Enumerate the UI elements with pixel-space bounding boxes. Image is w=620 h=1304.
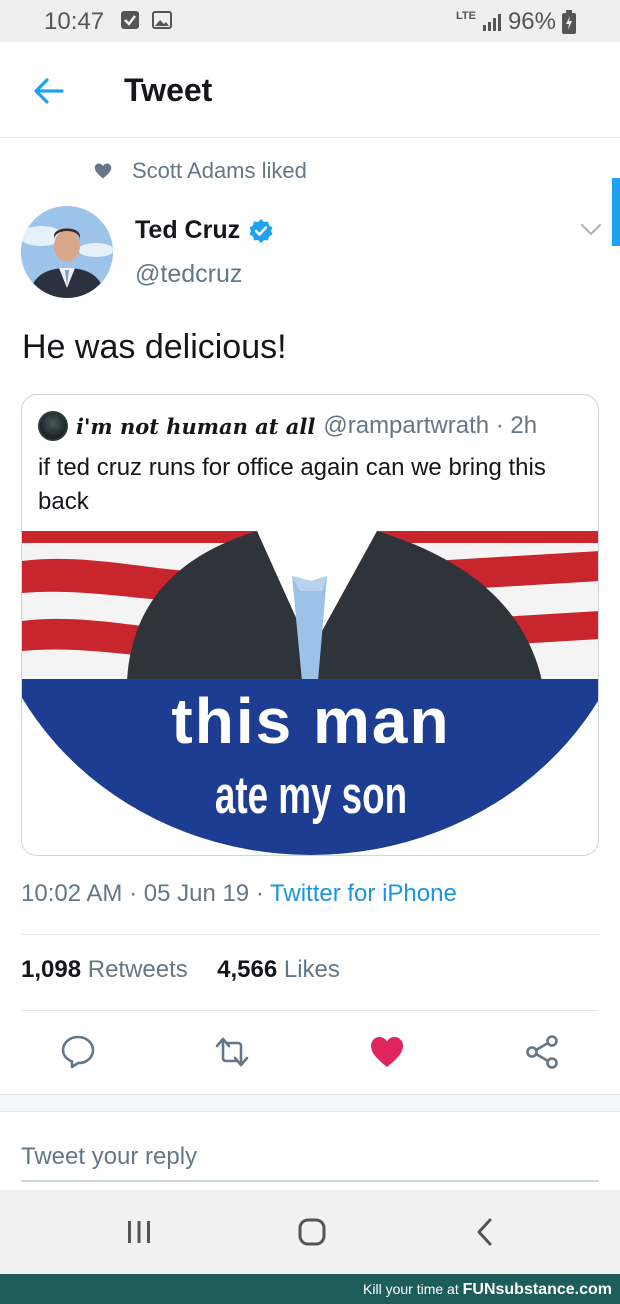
- like-icon[interactable]: [369, 1034, 405, 1070]
- watermark-brand: FUNsubstance.com: [462, 1281, 612, 1298]
- divider: [21, 1010, 599, 1011]
- reply-input[interactable]: [21, 1134, 599, 1182]
- quote-text: if ted cruz runs for office again can we…: [38, 454, 546, 515]
- retweets-count: 1,098: [21, 956, 82, 983]
- avatar[interactable]: [21, 206, 113, 298]
- quote-image-line2: ate my son: [215, 765, 407, 824]
- retweet-icon[interactable]: [214, 1034, 250, 1070]
- likes-label: Likes: [283, 956, 340, 983]
- system-nav-bar: [0, 1190, 620, 1274]
- quote-header: i'm not human at all @rampartwrath · 2h: [38, 411, 537, 441]
- author-handle[interactable]: @tedcruz: [135, 260, 242, 289]
- social-context[interactable]: Scott Adams liked: [94, 158, 307, 184]
- tweet-timestamp: 10:02 AM · 05 Jun 19 ·: [21, 880, 271, 907]
- avatar-image: [21, 206, 113, 298]
- quoted-tweet-card[interactable]: i'm not human at all @rampartwrath · 2h …: [21, 394, 599, 856]
- network-label: LTE: [455, 10, 476, 22]
- home-icon[interactable]: [296, 1216, 328, 1248]
- recent-apps-icon[interactable]: [123, 1216, 155, 1248]
- heart-icon: [94, 163, 112, 179]
- watermark: Kill your time at FUNsubstance.com: [0, 1274, 620, 1304]
- tweet-text: He was delicious!: [22, 328, 287, 366]
- likes-stat[interactable]: 4,566 Likes: [217, 956, 340, 983]
- quote-image-line1: this man: [171, 685, 450, 757]
- status-bar: 10:47 LTE 96%: [0, 0, 620, 42]
- quote-handle: @rampartwrath · 2h: [323, 412, 538, 439]
- likes-count: 4,566: [217, 956, 278, 983]
- chevron-down-icon[interactable]: [580, 222, 602, 238]
- author-name-row[interactable]: Ted Cruz: [135, 216, 274, 245]
- tweet-meta: 10:02 AM · 05 Jun 19 · Twitter for iPhon…: [21, 880, 457, 908]
- tweet-source-link[interactable]: Twitter for iPhone: [270, 880, 457, 907]
- quote-image[interactable]: this man ate my son: [22, 531, 599, 856]
- signal-icon: [482, 14, 501, 31]
- back-arrow-icon[interactable]: [32, 74, 66, 108]
- quote-avatar: [38, 411, 68, 441]
- liked-by-text: Scott Adams liked: [132, 158, 307, 183]
- section-separator: [0, 1094, 620, 1112]
- app-header: Tweet: [0, 42, 620, 138]
- retweets-stat[interactable]: 1,098 Retweets: [21, 956, 188, 983]
- notification-icons: [120, 10, 172, 30]
- checkbox-icon: [121, 11, 139, 29]
- watermark-prefix: Kill your time at: [363, 1281, 463, 1297]
- reply-icon[interactable]: [60, 1034, 96, 1070]
- status-right: LTE 96%: [456, 8, 576, 36]
- battery-charging-icon: [562, 10, 576, 34]
- quote-author-name: i'm not human at all: [76, 413, 316, 439]
- share-icon[interactable]: [524, 1034, 560, 1070]
- back-icon[interactable]: [470, 1216, 502, 1248]
- page-title: Tweet: [124, 72, 213, 108]
- engagement-stats: 1,098 Retweets 4,566 Likes: [21, 956, 340, 984]
- verified-badge-icon: [249, 218, 273, 243]
- scroll-indicator[interactable]: [612, 178, 620, 246]
- divider: [21, 934, 599, 935]
- status-time: 10:47: [44, 8, 105, 35]
- battery-percent: 96%: [507, 8, 556, 35]
- retweets-label: Retweets: [87, 956, 188, 983]
- author-name[interactable]: Ted Cruz: [135, 216, 240, 245]
- image-icon: [152, 11, 172, 29]
